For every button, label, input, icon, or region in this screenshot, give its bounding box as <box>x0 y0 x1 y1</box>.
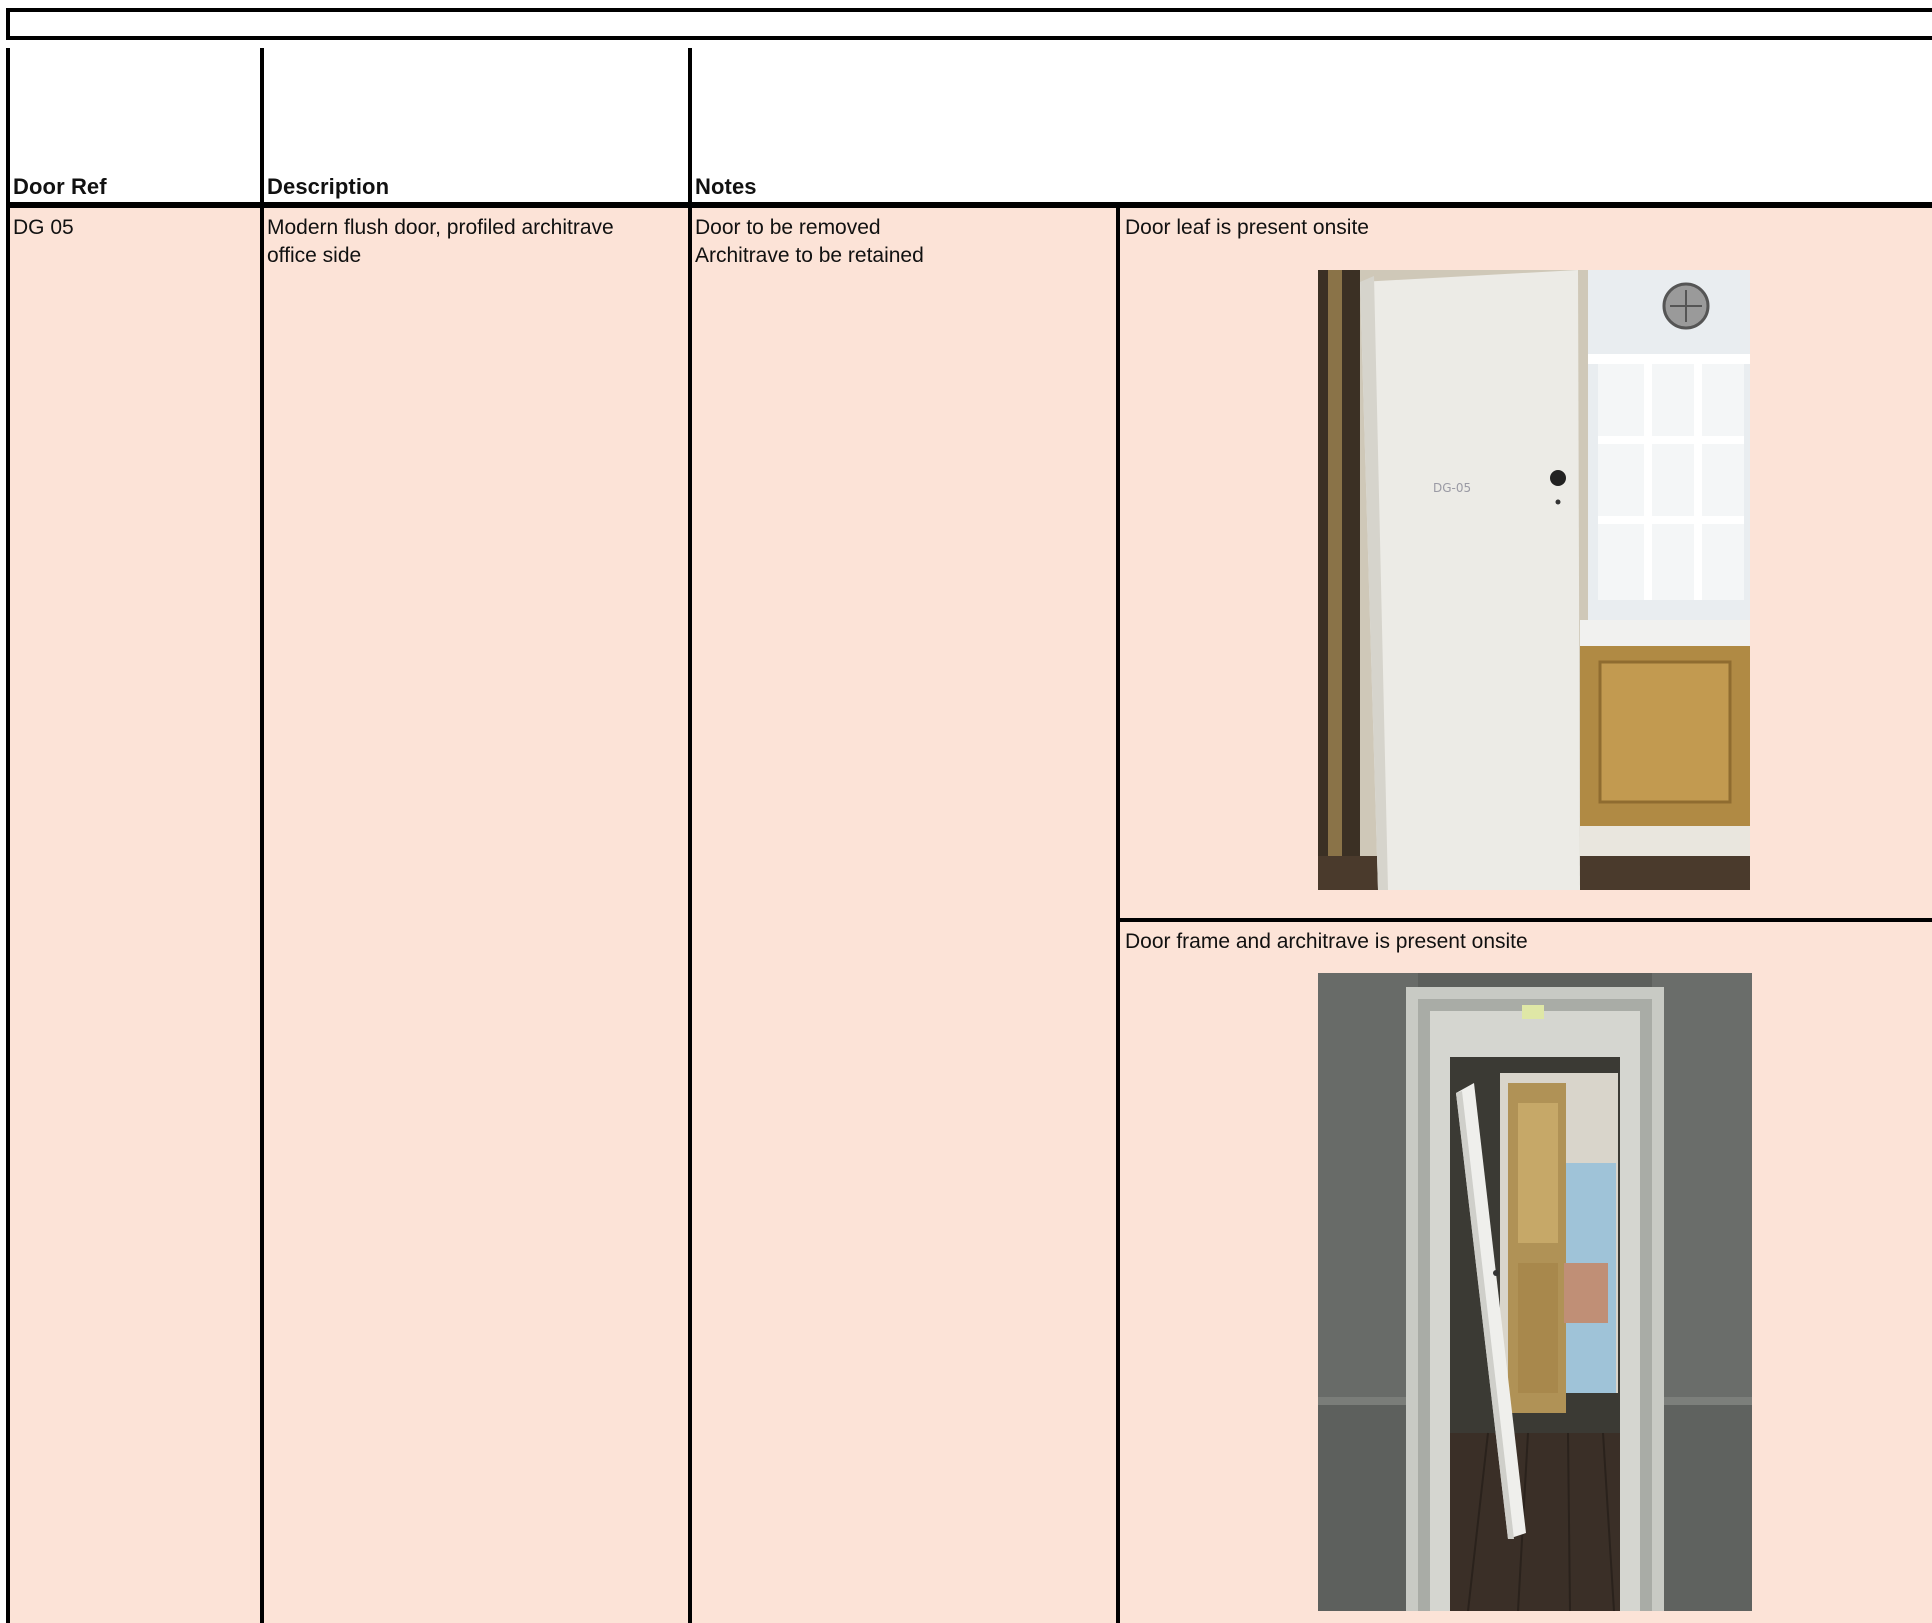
header-description: Description <box>260 48 688 208</box>
cell-notes: Door to be removed Architrave to be reta… <box>688 208 1116 1623</box>
description-line-2: office side <box>267 244 362 267</box>
door-leaf-photo: DG-05 <box>1318 270 1750 890</box>
photo-caption-door-frame: Door frame and architrave is present ons… <box>1125 930 1528 953</box>
description-line-1: Modern flush door, profiled architrave <box>267 216 614 239</box>
header-door-ref-label: Door Ref <box>13 174 107 199</box>
door-ref-value: DG 05 <box>13 216 74 239</box>
title-band <box>6 8 1932 40</box>
table-row: DG 05 Modern flush door, profiled archit… <box>6 208 1932 1623</box>
photo-panel-door-frame: Door frame and architrave is present ons… <box>1116 922 1932 1623</box>
door-frame-photo-drawing <box>1318 973 1752 1611</box>
header-row: Door Ref Description Notes <box>6 48 1932 208</box>
header-notes-label: Notes <box>695 174 757 199</box>
door-frame-photo <box>1318 973 1752 1611</box>
notes-line-1: Door to be removed <box>695 216 881 239</box>
svg-text:DG-05: DG-05 <box>1433 481 1471 495</box>
notes-line-2: Architrave to be retained <box>695 244 924 267</box>
door-leaf-photo-drawing: DG-05 <box>1318 270 1750 890</box>
header-notes: Notes <box>688 48 1932 208</box>
cell-door-ref: DG 05 <box>6 208 260 1623</box>
header-description-label: Description <box>267 174 390 199</box>
photo-caption-door-leaf: Door leaf is present onsite <box>1125 216 1369 239</box>
photo-panel-door-leaf: Door leaf is present onsite DG-05 <box>1116 208 1932 922</box>
header-door-ref: Door Ref <box>6 48 260 208</box>
door-schedule-sheet: Door Ref Description Notes DG 05 Modern … <box>6 8 1932 1623</box>
cell-description: Modern flush door, profiled architrave o… <box>260 208 688 1623</box>
